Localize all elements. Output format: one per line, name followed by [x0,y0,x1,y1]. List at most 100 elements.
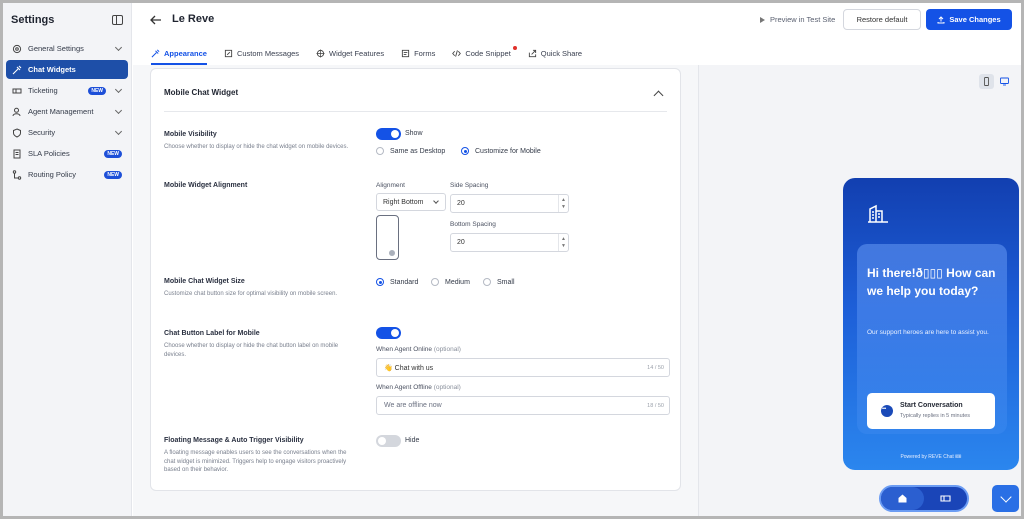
chat-button-label-label: Chat Button Label for Mobile [164,330,260,337]
bottom-spacing-input[interactable]: 20 ▲ ▼ [450,233,569,252]
sidebar-item-general-settings[interactable]: General Settings [6,39,128,58]
optional-text: (optional) [433,384,461,391]
radio-dot [461,147,469,155]
toggle-label: Show [405,130,423,137]
app-window: Settings General Settings Chat Widgets T… [3,3,1021,516]
new-badge: NEW [88,86,106,95]
side-spacing-label: Side Spacing [450,182,489,189]
bottom-spacing-label: Bottom Spacing [450,221,496,228]
radio-medium[interactable]: Medium [431,278,470,286]
sidebar-item-label: Ticketing [28,86,58,95]
save-changes-button[interactable]: Save Changes [926,9,1012,30]
widget-greeting: Hi there!ð▯▯▯ How can we help you today? [867,266,996,298]
page-header: Le Reve Preview in Test Site Restore def… [133,3,1021,39]
tab-custom-messages[interactable]: Custom Messages [224,43,299,63]
sidebar-item-label: Security [28,128,56,137]
chevron-down-icon [433,198,439,204]
chat-button-label-desc: Choose whether to display or hide the ch… [164,343,339,358]
chat-widget-preview: Hi there!ð▯▯▯ How can we help you today?… [843,178,1019,470]
chevron-up-icon[interactable] [653,90,664,101]
mobile-visibility-desc: Choose whether to display or hide the ch… [164,144,349,150]
new-badge: NEW [104,170,122,179]
preview-test-site-link[interactable]: Preview in Test Site [760,15,835,24]
tab-quick-share[interactable]: Quick Share [528,43,582,63]
document-icon [12,149,22,159]
sidebar-item-label: General Settings [28,44,84,53]
divider [164,111,667,112]
offline-label-text: When Agent Offline [376,384,432,391]
chevron-down-icon [114,43,123,52]
sidebar-collapse-icon[interactable] [112,15,123,25]
notification-dot [512,46,517,50]
widget-subtext: Our support heroes are here to assist yo… [867,329,989,336]
sparkle-icon [316,48,325,58]
mobile-visibility-toggle[interactable] [376,128,401,140]
chat-button-label-toggle[interactable] [376,327,401,339]
agent-offline-input[interactable]: We are offline now 18 / 50 [376,396,670,415]
sidebar-item-label: SLA Policies [28,149,70,158]
chat-bubble-icon [881,405,893,417]
tab-bar: Appearance Custom Messages Widget Featur… [133,43,582,65]
sidebar-item-security[interactable]: Security [6,123,128,142]
online-label-text: When Agent Online [376,346,433,353]
card-title: Mobile Chat Widget [164,88,239,97]
floating-message-toggle[interactable] [376,435,401,447]
minimize-widget-button[interactable] [992,485,1019,512]
tab-forms[interactable]: Forms [401,43,435,63]
sidebar-item-sla-policies[interactable]: SLA Policies NEW [6,144,128,163]
desktop-view-button[interactable] [997,74,1012,89]
tab-widget-features[interactable]: Widget Features [316,43,384,63]
radio-standard[interactable]: Standard [376,278,418,286]
stepper-arrows[interactable]: ▲ ▼ [558,195,568,212]
side-spacing-input[interactable]: 20 ▲ ▼ [450,194,569,213]
radio-customize-for-mobile[interactable]: Customize for Mobile [461,147,541,155]
radio-label: Customize for Mobile [475,147,541,155]
user-icon [12,107,22,117]
save-label: Save Changes [949,15,1001,24]
ticket-button[interactable] [924,487,967,510]
start-conversation-button[interactable]: Start Conversation Typically replies in … [867,393,995,429]
tab-label: Appearance [164,48,207,58]
radio-dot [431,278,439,286]
agent-online-input[interactable]: 👋 Chat with us 14 / 50 [376,358,670,377]
tab-label: Custom Messages [236,48,300,58]
offline-value: We are offline now [384,402,442,409]
bottom-spacing-value: 20 [457,239,465,246]
play-icon [760,16,765,23]
cta-title: Start Conversation [900,402,963,409]
floating-message-label: Floating Message & Auto Trigger Visibili… [164,437,304,444]
tab-code-snippet[interactable]: Code Snippet [452,43,517,63]
arrow-left-icon[interactable] [150,15,162,25]
ticket-icon [940,495,951,502]
sidebar-item-label: Agent Management [28,107,94,116]
sidebar-item-ticketing[interactable]: Ticketing NEW [6,81,128,100]
sidebar-header: Settings [3,3,131,37]
gear-icon [12,44,22,54]
sidebar: Settings General Settings Chat Widgets T… [3,3,132,516]
page-title: Le Reve [172,13,215,25]
sidebar-item-label: Chat Widgets [28,65,76,74]
radio-small[interactable]: Small [483,278,515,286]
widget-launcher [879,485,969,512]
routing-icon [12,169,22,180]
sidebar-item-agent-management[interactable]: Agent Management [6,102,128,121]
shield-icon [12,127,22,138]
stepper-arrows[interactable]: ▲ ▼ [558,234,568,251]
device-toggle [979,74,1017,89]
tab-label: Widget Features [329,48,385,58]
building-logo-icon [868,204,888,223]
sidebar-item-routing-policy[interactable]: Routing Policy NEW [6,165,128,184]
mobile-chat-widget-card: Mobile Chat Widget Mobile Visibility Cho… [150,68,681,491]
desktop-icon [1000,77,1009,86]
tab-label: Forms [414,48,436,58]
restore-default-button[interactable]: Restore default [843,9,921,30]
tab-appearance[interactable]: Appearance [151,43,207,65]
side-spacing-value: 20 [457,200,465,207]
sidebar-item-chat-widgets[interactable]: Chat Widgets [6,60,128,79]
optional-text: (optional) [433,346,461,353]
chevron-down-icon [999,490,1012,503]
radio-same-as-desktop[interactable]: Same as Desktop [376,147,445,155]
mobile-view-button[interactable] [979,74,994,89]
alignment-select[interactable]: Right Bottom [376,193,446,211]
home-button[interactable] [881,487,924,510]
